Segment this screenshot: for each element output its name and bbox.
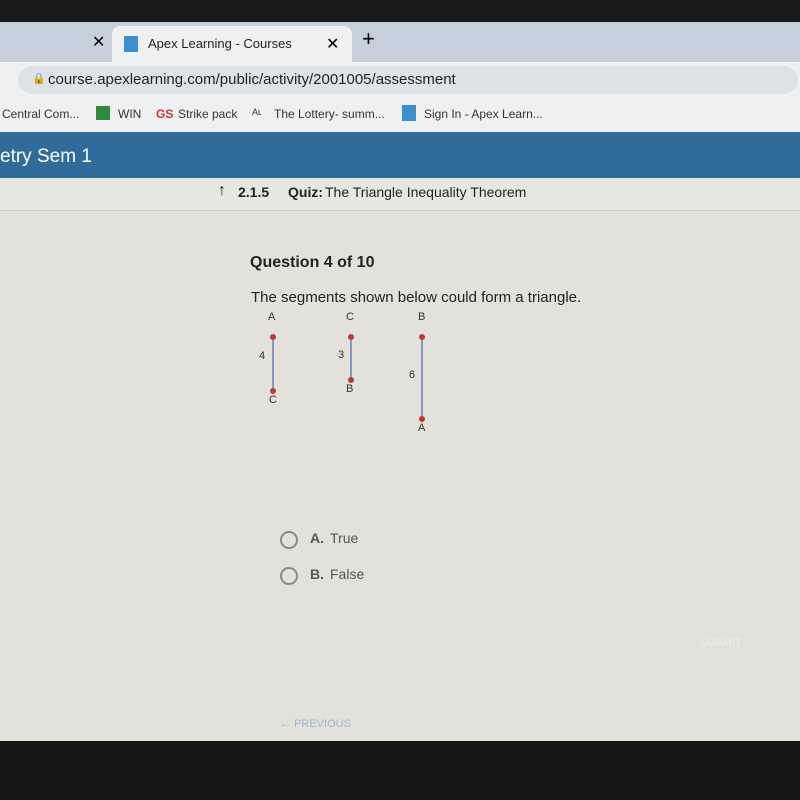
- url-field[interactable]: 🔒 course.apexlearning.com/public/activit…: [18, 66, 798, 94]
- al-favicon-icon: Aʟ: [252, 107, 262, 117]
- active-tab[interactable]: Apex Learning - Courses ✕: [112, 26, 352, 62]
- point-b: [419, 334, 425, 340]
- quiz-number: 2.1.5: [238, 184, 270, 200]
- tab-title: Apex Learning - Courses: [148, 36, 292, 51]
- segment-length: 6: [409, 369, 416, 381]
- quiz-label: Quiz:: [288, 184, 323, 200]
- question-area: Question 4 of 10 The segments shown belo…: [0, 211, 800, 741]
- apex-favicon-icon: [402, 105, 416, 121]
- course-header: etry Sem 1: [0, 132, 800, 178]
- bookmark-lottery[interactable]: The Lottery- summ...: [274, 107, 385, 121]
- tab-bar: ✕ Apex Learning - Courses ✕ +: [0, 22, 800, 62]
- screen-bezel: [0, 0, 800, 22]
- segment-length: 3: [338, 349, 345, 361]
- previous-label: PREVIOUS: [294, 718, 351, 730]
- previous-button[interactable]: ← PREVIOUS: [280, 718, 351, 730]
- quiz-title: The Triangle Inequality Theorem: [325, 184, 527, 200]
- question-prompt: The segments shown below could form a tr…: [251, 289, 582, 306]
- up-arrow-icon[interactable]: ↑: [218, 182, 226, 200]
- option-text: False: [330, 566, 365, 582]
- radio-button[interactable]: [280, 567, 298, 585]
- option-text: True: [330, 530, 359, 546]
- question-counter: Question 4 of 10: [250, 254, 375, 271]
- option-letter: B.: [310, 566, 324, 582]
- new-tab-icon[interactable]: +: [362, 26, 375, 52]
- segment-label: C: [346, 311, 354, 323]
- segment-label: A: [268, 311, 276, 323]
- course-title: etry Sem 1: [0, 146, 92, 167]
- screen-bezel-bottom: [0, 741, 800, 800]
- point-a: [270, 334, 276, 340]
- arrow-left-icon: ←: [280, 718, 295, 730]
- segment-length: 4: [259, 350, 266, 362]
- lock-icon: 🔒: [32, 73, 46, 85]
- option-letter: A.: [310, 530, 324, 546]
- segments-figure: [270, 334, 425, 422]
- win-favicon-icon: [96, 106, 110, 120]
- bookmark-central[interactable]: Central Com...: [2, 107, 79, 121]
- segment-label: C: [269, 394, 277, 406]
- segment-label: B: [346, 383, 354, 395]
- close-tab-icon[interactable]: ✕: [326, 34, 339, 54]
- gs-favicon-icon: GS: [156, 107, 174, 121]
- url-text: course.apexlearning.com/public/activity/…: [48, 71, 456, 88]
- segment-label: B: [418, 311, 426, 323]
- submit-button[interactable]: SUBMIT: [700, 637, 742, 649]
- radio-button[interactable]: [280, 531, 298, 549]
- point-c: [348, 334, 354, 340]
- address-bar: 🔒 course.apexlearning.com/public/activit…: [0, 62, 800, 98]
- bookmark-strike-pack[interactable]: Strike pack: [178, 107, 237, 121]
- segment-label: A: [418, 422, 426, 434]
- close-tab-icon[interactable]: ✕: [92, 32, 105, 52]
- bookmark-apex-signin[interactable]: Sign In - Apex Learn...: [424, 107, 543, 121]
- bookmarks-bar: Central Com... WIN GS Strike pack Aʟ The…: [0, 98, 800, 132]
- bookmark-win[interactable]: WIN: [118, 107, 141, 121]
- quiz-bar: ↑ 2.1.5 Quiz: The Triangle Inequality Th…: [0, 178, 800, 211]
- apex-favicon-icon: [124, 36, 138, 52]
